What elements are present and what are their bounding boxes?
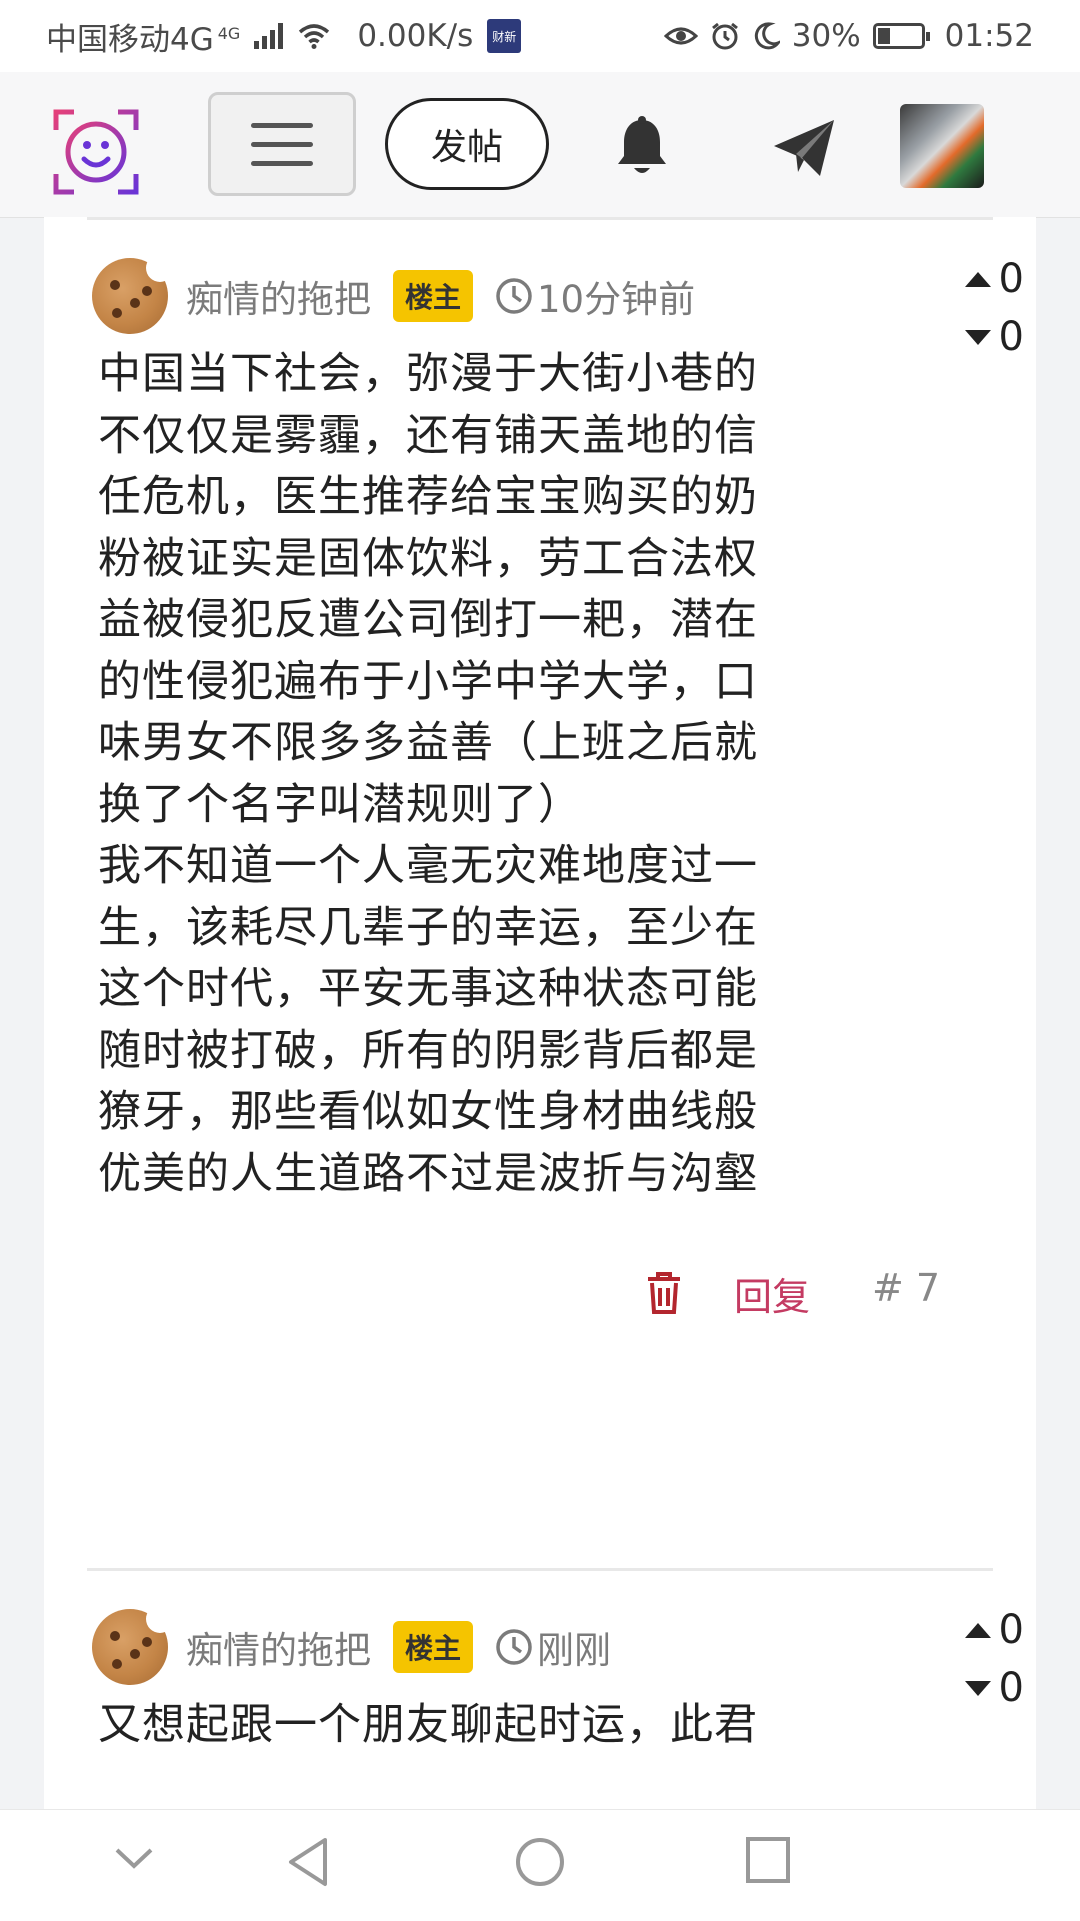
battery-percent: 30%: [791, 18, 861, 54]
eye-icon: [663, 27, 698, 45]
post-time-text: 10分钟前: [537, 278, 696, 321]
send-icon[interactable]: [772, 118, 836, 178]
upvote-button[interactable]: 0: [964, 256, 1024, 302]
downvote-icon: [964, 329, 991, 345]
upvote-button[interactable]: 0: [964, 1607, 1024, 1653]
user-avatar[interactable]: [900, 104, 984, 188]
upvote-count: 0: [998, 1607, 1024, 1653]
status-bar: 中国移动4G 4G 0.00K/s 财新 30% 01:52: [0, 0, 1080, 72]
clock-icon: [496, 1629, 532, 1665]
chevron-down-icon[interactable]: [113, 1846, 155, 1872]
news-app-icon: 财新: [487, 19, 522, 53]
back-icon[interactable]: [285, 1836, 331, 1888]
clock-icon: [496, 278, 532, 314]
op-badge: 楼主: [393, 270, 474, 322]
author-name[interactable]: 痴情的拖把: [186, 1620, 371, 1674]
wifi-icon: [299, 24, 330, 49]
post-time: 刚刚: [495, 1620, 611, 1674]
post-body: 又想起跟一个朋友聊起时运，此君: [98, 1700, 758, 1750]
clock-time: 01:52: [944, 18, 1034, 54]
news-app-label: 财新: [492, 29, 517, 44]
downvote-count: 0: [998, 1665, 1024, 1711]
post-time: 10分钟前: [495, 269, 695, 323]
divider: [87, 217, 993, 220]
divider: [87, 1568, 993, 1571]
reply-button[interactable]: 回复: [734, 1266, 810, 1321]
author-name[interactable]: 痴情的拖把: [186, 269, 371, 323]
upvote-icon: [964, 1622, 991, 1638]
menu-bar: [251, 122, 313, 128]
recents-icon[interactable]: [745, 1836, 791, 1884]
battery-fill: [877, 28, 891, 44]
home-icon[interactable]: [514, 1836, 566, 1888]
delete-icon[interactable]: [644, 1270, 684, 1316]
battery-icon: [872, 23, 930, 49]
op-badge: 楼主: [393, 1621, 474, 1673]
alarm-icon: [711, 22, 738, 50]
post-header: 痴情的拖把 楼主 刚刚: [92, 1605, 611, 1687]
upvote-icon: [964, 271, 991, 287]
network-type-sup: 4G: [217, 23, 241, 43]
post-body: 中国当下社会，弥漫于大街小巷的 不仅仅是雾霾，还有铺天盖地的信 任危机，医生推荐…: [98, 349, 758, 1199]
upvote-count: 0: [998, 256, 1024, 302]
downvote-button[interactable]: 0: [964, 314, 1024, 360]
signal-icon: [254, 23, 284, 49]
author-avatar[interactable]: [92, 254, 174, 334]
carrier-label: 中国移动4G: [46, 21, 214, 58]
downvote-count: 0: [998, 314, 1024, 360]
logo-icon[interactable]: [52, 108, 140, 196]
downvote-icon: [964, 1680, 991, 1696]
downvote-button[interactable]: 0: [964, 1665, 1024, 1711]
menu-bar: [251, 160, 313, 166]
top-nav: 发帖: [0, 72, 1080, 218]
thread-card: 痴情的拖把 楼主 10分钟前 0 0 中国当下社会，弥漫于大街小巷的 不仅仅是雾…: [44, 217, 1036, 1809]
bell-icon[interactable]: [612, 116, 672, 178]
moon-icon: [754, 22, 780, 50]
net-speed: 0.00K/s: [357, 18, 474, 54]
post-header: 痴情的拖把 楼主 10分钟前: [92, 254, 695, 336]
menu-button[interactable]: [208, 92, 356, 196]
author-avatar[interactable]: [92, 1605, 174, 1685]
post-time-text: 刚刚: [537, 1629, 612, 1672]
floor-number: # 7: [872, 1266, 941, 1310]
system-nav-bar: [0, 1809, 1080, 1921]
menu-bar: [251, 141, 313, 147]
new-post-button[interactable]: 发帖: [385, 98, 549, 190]
